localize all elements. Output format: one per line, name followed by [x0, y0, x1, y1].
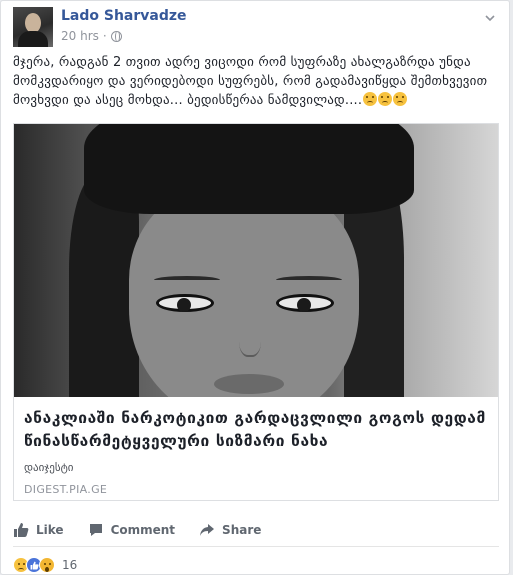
reactions-summary[interactable]: 16 — [13, 557, 77, 573]
like-label: Like — [36, 522, 64, 537]
globe-icon[interactable] — [110, 30, 122, 42]
link-domain: DIGEST.PIA.GE — [24, 483, 108, 496]
post-text: მჯერა, რადგან 2 თვით ადრე ვიცოდი რომ სუფ… — [13, 53, 499, 110]
link-preview-body: ანაკლიაში ნარკოტიკით გარდაცვლილი გოგოს დ… — [24, 407, 490, 496]
chevron-down-icon[interactable] — [483, 11, 497, 25]
avatar[interactable] — [13, 7, 53, 47]
link-description: დაიჯესტი — [24, 461, 74, 474]
meta-separator: · — [102, 29, 107, 43]
action-bar: Like Comment Share — [13, 513, 499, 547]
eyebrow-left — [154, 276, 220, 284]
post-text-content: მჯერა, რადგან 2 თვით ადრე ვიცოდი რომ სუფ… — [13, 55, 488, 108]
share-button[interactable]: Share — [199, 522, 261, 538]
sad-emoji-icon — [393, 92, 408, 106]
eye-right — [276, 294, 334, 312]
hair-top — [84, 124, 414, 214]
nose — [239, 319, 261, 357]
link-preview-card[interactable]: ანაკლიაში ნარკოტიკით გარდაცვლილი გოგოს დ… — [13, 123, 499, 501]
like-button[interactable]: Like — [13, 522, 64, 538]
reaction-count[interactable]: 16 — [62, 558, 77, 572]
face — [129, 184, 359, 397]
sad-emoji-icon — [363, 92, 378, 106]
post-time[interactable]: 20 hrs — [61, 29, 99, 43]
link-preview-image[interactable] — [14, 124, 498, 397]
comment-icon — [89, 523, 102, 536]
post-header: Lado Sharvadze 20 hrs · — [13, 7, 497, 47]
wow-reaction-icon — [39, 557, 55, 573]
comment-button[interactable]: Comment — [88, 522, 175, 538]
lips — [214, 374, 284, 394]
post-card: Lado Sharvadze 20 hrs · მჯერა, რადგან 2 … — [0, 0, 510, 575]
post-meta: 20 hrs · — [61, 29, 122, 43]
author-name[interactable]: Lado Sharvadze — [61, 8, 187, 24]
thumbs-up-icon — [14, 522, 29, 537]
link-title[interactable]: ანაკლიაში ნარკოტიკით გარდაცვლილი გოგოს დ… — [24, 407, 490, 453]
eyebrow-right — [276, 276, 342, 284]
avatar-face — [25, 13, 41, 33]
share-icon — [200, 523, 215, 536]
avatar-body — [18, 31, 48, 47]
sad-emoji-icon — [378, 92, 393, 106]
share-label: Share — [222, 522, 262, 537]
eye-left — [156, 294, 214, 312]
comment-label: Comment — [110, 522, 176, 537]
